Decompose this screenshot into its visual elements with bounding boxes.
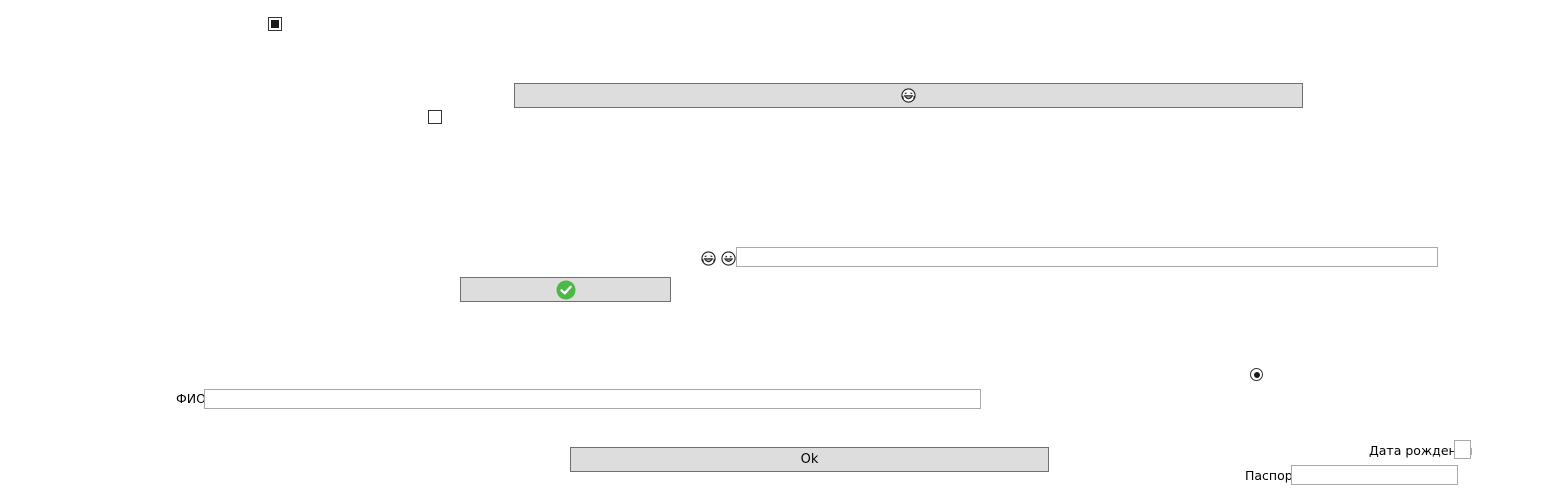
radio-selected-dot xyxy=(1253,371,1260,378)
laughing-face-icon xyxy=(901,88,916,103)
passport-input[interactable] xyxy=(1291,465,1458,485)
indeterminate-checkbox[interactable] xyxy=(268,17,282,31)
emoji-row-input[interactable] xyxy=(736,247,1438,267)
emoji-button[interactable] xyxy=(514,83,1303,108)
ok-button[interactable]: Ok xyxy=(570,447,1049,472)
birth-date-checkbox[interactable] xyxy=(1454,440,1471,459)
fio-input[interactable] xyxy=(204,389,981,409)
green-check-icon xyxy=(556,280,576,300)
grinning-face-icon xyxy=(721,251,736,266)
laughing-face-icon xyxy=(701,251,716,266)
fio-label: ФИО xyxy=(176,391,206,406)
confirm-button[interactable] xyxy=(460,277,671,302)
radio-button[interactable] xyxy=(1250,368,1263,381)
indeterminate-mark xyxy=(271,20,279,28)
unchecked-checkbox[interactable] xyxy=(428,110,442,124)
